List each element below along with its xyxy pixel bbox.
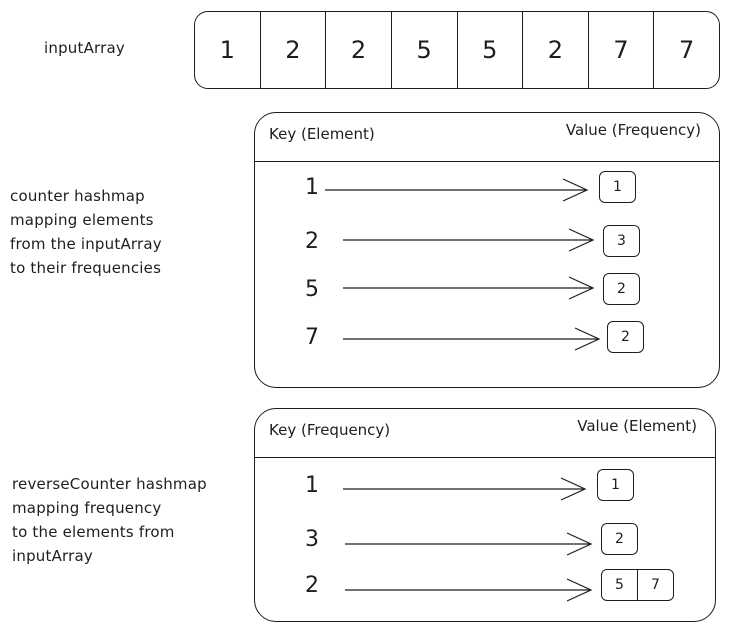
entry-value: 2 [615, 531, 624, 547]
reverse-counter-header: Key (Frequency) Value (Element) [255, 409, 715, 458]
value-box: 3 [603, 225, 640, 257]
array-cell: 7 [653, 12, 719, 88]
map-entry: 2 5 7 [255, 569, 715, 609]
reverse-counter-description: reverseCounter hashmap mapping frequency… [12, 475, 207, 565]
array-cell: 2 [259, 12, 326, 88]
array-cell: 1 [219, 36, 235, 64]
value-box: 1 [599, 171, 636, 203]
array-cell: 2 [522, 12, 588, 88]
value-header: Value (Element) [577, 417, 697, 435]
input-array: 1 2 2 5 5 2 7 7 [194, 11, 720, 89]
array-cell: 5 [390, 12, 457, 88]
entry-key: 2 [305, 573, 319, 598]
entry-value: 1 [613, 179, 622, 195]
entry-key: 5 [305, 277, 319, 302]
entry-value: 1 [611, 477, 620, 493]
value-box: 5 7 [601, 569, 674, 601]
entry-key: 1 [305, 175, 319, 200]
map-entry: 2 3 [255, 225, 719, 265]
entry-value: 5 [615, 577, 624, 593]
map-entry: 5 2 [255, 273, 719, 313]
counter-header: Key (Element) Value (Frequency) [255, 113, 719, 162]
arrow-icon [343, 477, 587, 501]
array-cell: 7 [587, 12, 654, 88]
arrow-icon [325, 178, 589, 202]
counter-hashmap: Key (Element) Value (Frequency) 1 1 2 3 … [254, 112, 720, 388]
arrow-icon [345, 532, 593, 556]
input-array-label: inputArray [44, 39, 125, 57]
map-entry: 1 1 [255, 171, 719, 211]
key-header: Key (Element) [269, 125, 375, 143]
entry-key: 1 [305, 473, 319, 498]
reverse-counter-hashmap: Key (Frequency) Value (Element) 1 1 3 2 … [254, 408, 716, 622]
entry-key: 3 [305, 527, 319, 552]
map-entry: 7 2 [255, 321, 719, 361]
map-entry: 1 1 [255, 469, 715, 509]
value-box: 2 [603, 273, 640, 305]
array-cell: 5 [456, 12, 523, 88]
entry-key: 7 [305, 325, 319, 350]
entry-value: 2 [617, 281, 626, 297]
value-box: 1 [597, 469, 634, 501]
entry-value: 3 [617, 233, 626, 249]
array-cell: 2 [325, 12, 391, 88]
value-header: Value (Frequency) [565, 121, 701, 139]
map-entry: 3 2 [255, 523, 715, 563]
key-header: Key (Frequency) [269, 421, 391, 439]
entry-value: 2 [621, 329, 630, 345]
arrow-icon [343, 228, 595, 252]
value-box: 2 [601, 523, 638, 555]
value-box: 2 [607, 321, 644, 353]
entry-key: 2 [305, 229, 319, 254]
arrow-icon [343, 327, 601, 351]
entry-value: 7 [637, 570, 673, 600]
arrow-icon [345, 578, 593, 602]
arrow-icon [343, 276, 595, 300]
counter-description: counter hashmap mapping elements from th… [10, 187, 162, 277]
